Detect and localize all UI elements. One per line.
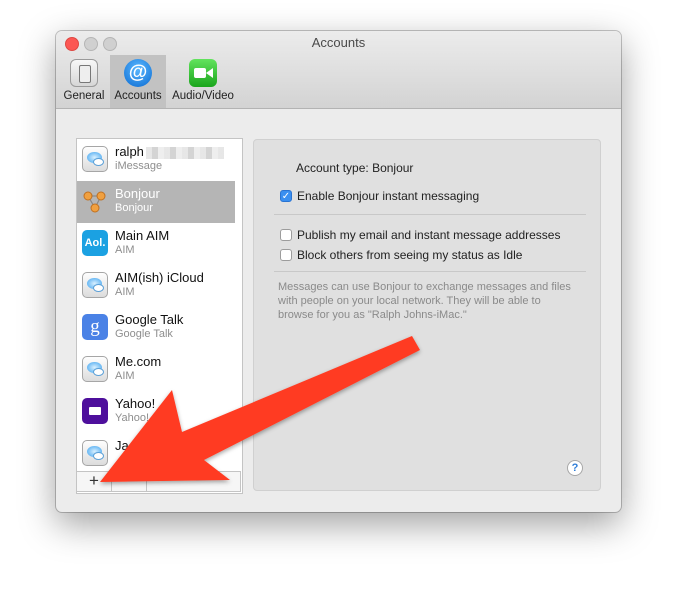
bonjour-icon <box>82 188 108 214</box>
list-footer-bar: + − <box>76 471 241 492</box>
account-name: AIM(ish) iCloud <box>115 270 204 285</box>
tab-accounts-label: Accounts <box>114 90 162 102</box>
divider <box>274 271 586 272</box>
at-sign-icon: @ <box>124 59 152 87</box>
tab-general-label: General <box>63 90 105 102</box>
yahoo-icon <box>82 398 108 424</box>
publish-addresses-label[interactable]: Publish my email and instant message add… <box>297 228 560 242</box>
account-type: iMessage <box>115 160 163 172</box>
video-camera-icon <box>189 59 217 87</box>
redacted-blur <box>145 146 224 159</box>
divider <box>274 214 586 215</box>
aol-icon: Aol. <box>82 230 108 256</box>
accounts-window: Accounts General @ Accounts Audio/Video … <box>56 31 621 512</box>
tab-general[interactable]: General <box>61 55 107 108</box>
window-title: Accounts <box>311 35 366 50</box>
account-row-aimish-icloud[interactable]: AIM(ish) iCloud AIM <box>77 265 235 307</box>
account-row-google-talk[interactable]: g Google Talk Google Talk <box>77 307 235 349</box>
publish-addresses-checkbox[interactable] <box>280 229 292 241</box>
tab-audio-video-label: Audio/Video <box>172 90 234 102</box>
account-type-label: Account type: <box>296 161 369 175</box>
remove-account-button[interactable]: − <box>112 472 147 491</box>
account-type-line: Account type: Bonjour <box>296 161 413 175</box>
general-switch-icon <box>70 59 98 87</box>
account-row-me-com[interactable]: Me.com AIM <box>77 349 235 391</box>
account-type: Google Talk <box>115 328 173 340</box>
block-idle-status-label[interactable]: Block others from seeing my status as Id… <box>297 248 522 262</box>
account-name: Google Talk <box>115 312 184 327</box>
account-type: AIM <box>115 244 135 256</box>
account-row-main-aim[interactable]: Aol. Main AIM AIM <box>77 223 235 265</box>
account-row-ralph[interactable]: ralph iMessage <box>77 139 235 181</box>
add-account-button[interactable]: + <box>77 472 112 491</box>
account-name: ralph <box>115 144 144 159</box>
messages-icon <box>82 272 108 298</box>
enable-bonjour-checkbox[interactable]: ✓ <box>280 190 292 202</box>
account-type: AIM <box>115 286 135 298</box>
tab-audio-video[interactable]: Audio/Video <box>168 55 238 108</box>
enable-bonjour-label[interactable]: Enable Bonjour instant messaging <box>297 189 479 203</box>
account-row-bonjour[interactable]: Bonjour Bonjour <box>77 181 235 223</box>
account-type: AIM <box>115 370 135 382</box>
messages-icon <box>82 146 108 172</box>
block-idle-status-checkbox[interactable] <box>280 249 292 261</box>
account-type: Bonjour <box>115 202 153 214</box>
account-name: Ja <box>115 438 129 453</box>
tab-accounts[interactable]: @ Accounts <box>110 55 166 108</box>
account-type: Yahoo! <box>115 412 150 424</box>
account-name: Yahoo! <box>115 396 156 411</box>
messages-icon <box>82 356 108 382</box>
bonjour-description: Messages can use Bonjour to exchange mes… <box>278 281 571 321</box>
window-toolbar: Accounts General @ Accounts Audio/Video <box>56 31 621 109</box>
help-button[interactable]: ? <box>567 460 583 476</box>
accounts-list[interactable]: ralph iMessage Bonjour Bonjour Aol. Main… <box>76 138 243 494</box>
account-row-ja[interactable]: Ja <box>77 433 235 475</box>
account-name: Bonjour <box>115 186 160 201</box>
account-detail-panel: Account type: Bonjour ✓ Enable Bonjour i… <box>253 139 601 491</box>
account-type-value: Bonjour <box>372 161 414 175</box>
account-name: Main AIM <box>115 228 170 243</box>
account-name: Me.com <box>115 354 162 369</box>
messages-icon <box>82 440 108 466</box>
account-row-yahoo[interactable]: Yahoo! Yahoo! <box>77 391 235 433</box>
google-icon: g <box>82 314 108 340</box>
